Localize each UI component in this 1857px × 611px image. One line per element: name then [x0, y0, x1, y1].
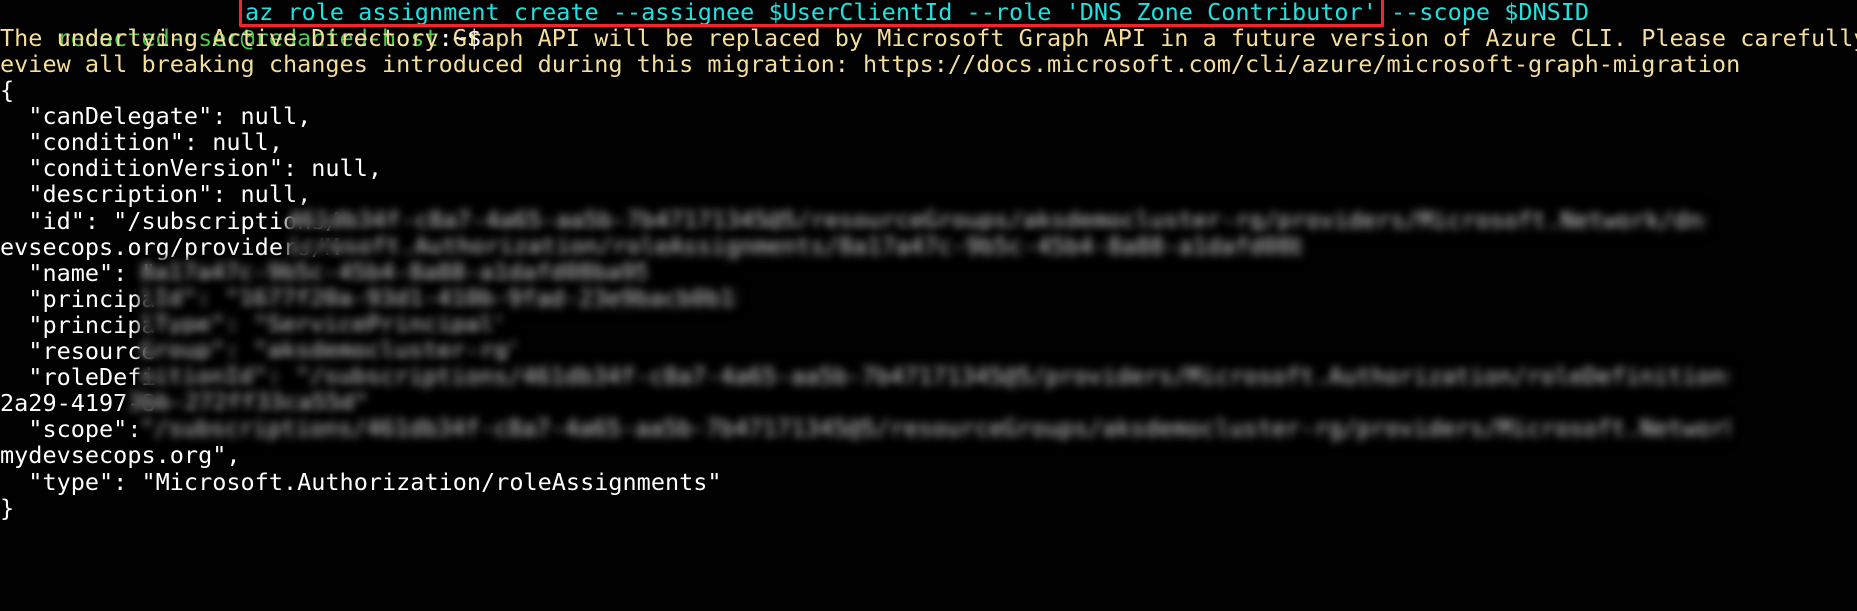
redacted-output-segment: 8a17a47c-9b5c-45b4-8a88-a1dafd08ba95",	[140, 258, 646, 287]
warning-line-2: eview all breaking changes introduced du…	[0, 50, 1741, 78]
output-line: "condition": null,	[0, 128, 283, 157]
output-line: {	[0, 76, 15, 104]
output-line: }	[0, 493, 15, 522]
command-text[interactable]: az role assignment create --assignee $Us…	[245, 0, 1589, 25]
output-line: "type": "Microsoft.Authorization/roleAss…	[0, 467, 722, 496]
output-line: "id": "/subscriptions/	[0, 206, 340, 235]
output-line: "conditionVersion": null,	[0, 154, 383, 183]
redacted-output-segment: lId": "1677f20a-93d1-410b-9fad-23e9bacb0…	[140, 284, 738, 313]
output-line: "principa	[0, 310, 156, 339]
redacted-output-segment: lType": "ServicePrincipal",	[140, 310, 503, 339]
redacted-output-segment: icrosoft.Authorization/roleAssignments/8…	[287, 232, 1302, 261]
redacted-output-segment: nitionId": "/subscriptions/461db34f-c8a7…	[140, 363, 1730, 391]
redacted-output-glyphs: 8a17a47c-9b5c-45b4-8a88-a1dafd08ba95",	[140, 258, 646, 286]
redacted-output-glyphs: Group": "aksdemocluster-rg",	[140, 337, 516, 364]
terminal-window[interactable]: redacted-user@redacted-host:~$ redacted-…	[0, 0, 1857, 611]
redacted-output-glyphs: 461db34f-c8a7-4a65-aa5b-7b47171345@5/res…	[287, 206, 1707, 234]
output-line: "scope":	[0, 415, 156, 444]
output-line: mydevsecops.org",	[0, 441, 241, 470]
redacted-output-glyphs: lId": "1677f20a-93d1-410b-9fad-23e9bacb0…	[140, 284, 738, 312]
output-line: "name": "	[0, 258, 156, 287]
output-line: evsecops.org/providers/M	[0, 232, 340, 261]
redacted-output-segment: Group": "aksdemocluster-rg",	[140, 337, 516, 365]
redacted-output-segment: 461db34f-c8a7-4a65-aa5b-7b47171345@5/res…	[287, 206, 1707, 235]
redacted-output-glyphs: "/subscriptions/461db34f-c8a7-4a65-aa5b-…	[140, 415, 1730, 443]
output-line: "roleDefi	[0, 363, 156, 392]
redacted-output-glyphs: lType": "ServicePrincipal",	[140, 310, 503, 338]
output-line: "canDelegate": null,	[0, 102, 312, 131]
output-line: "resource	[0, 337, 156, 365]
redacted-output-glyphs: icrosoft.Authorization/roleAssignments/8…	[287, 232, 1302, 260]
redacted-output-glyphs: nitionId": "/subscriptions/461db34f-c8a7…	[140, 363, 1730, 391]
redacted-output-glyphs: 3bb-272ff33ca55d",	[128, 389, 373, 417]
output-line: 2a29-4197-8	[0, 389, 156, 418]
redacted-output-segment: 3bb-272ff33ca55d",	[128, 389, 373, 417]
output-line: "description": null,	[0, 180, 312, 209]
warning-line-1: The underlying Active Directory Graph AP…	[0, 24, 1857, 52]
output-line: "principa	[0, 284, 156, 313]
redacted-output-segment: "/subscriptions/461db34f-c8a7-4a65-aa5b-…	[140, 415, 1730, 443]
